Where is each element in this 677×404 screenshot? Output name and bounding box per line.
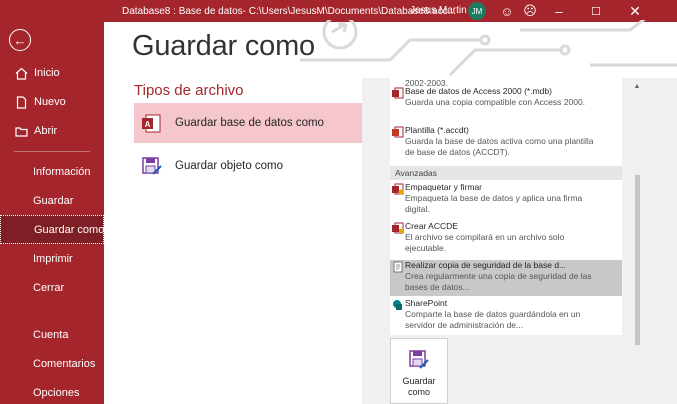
decorative-circuit-pattern <box>300 20 677 77</box>
nav-label: Cerrar <box>33 282 65 294</box>
nav-label: Abrir <box>34 125 58 137</box>
access-2000-icon <box>392 87 404 99</box>
option-title: Realizar copia de seguridad de la base d… <box>405 260 567 270</box>
option-description: Comparte la base de datos guardándola en… <box>405 309 581 330</box>
scroll-up-icon[interactable]: ▲ <box>632 83 642 91</box>
window-title: Database8 : Base de datos- C:\Users\Jesu… <box>122 5 457 17</box>
nav-guardar[interactable]: Guardar <box>0 187 104 215</box>
option-backup[interactable]: Realizar copia de seguridad de la base d… <box>390 260 622 296</box>
option-description: Empaqueta la base de datos y aplica una … <box>405 193 583 214</box>
option-title: Empaquetar y firmar <box>405 182 482 192</box>
nav-comentarios[interactable]: Comentarios <box>0 350 104 378</box>
back-button[interactable]: ← <box>9 29 31 51</box>
frown-feedback-icon[interactable]: ☹ <box>521 2 539 20</box>
sharepoint-icon <box>392 299 404 311</box>
file-type-save-database-as[interactable]: A Guardar base de datos como <box>134 103 364 143</box>
nav-label: Guardar como <box>34 223 105 236</box>
option-title: Crear ACCDE <box>405 221 458 231</box>
backup-icon <box>392 261 404 273</box>
package-sign-icon <box>392 183 404 195</box>
option-description: El archivo se compilará en un archivo so… <box>405 232 565 253</box>
nav-cuenta[interactable]: Cuenta <box>0 321 104 349</box>
window-title-bar: Database8 : Base de datos- C:\Users\Jesu… <box>104 0 677 22</box>
save-options-list[interactable]: 2002-2003. Base de datos de Access 2000 … <box>390 78 622 335</box>
nav-label: Imprimir <box>33 253 73 265</box>
backstage-sidebar: ← Inicio Nuevo Abrir Información Guardar… <box>0 0 104 404</box>
save-options-panel: 2002-2003. Base de datos de Access 2000 … <box>362 78 677 404</box>
accde-icon <box>392 222 404 234</box>
nav-opciones[interactable]: Opciones <box>0 379 104 404</box>
nav-abrir[interactable]: Abrir <box>0 117 104 145</box>
option-title: Plantilla (*.accdt) <box>405 125 469 135</box>
nav-label: Nuevo <box>34 96 66 108</box>
new-document-icon <box>14 95 28 109</box>
option-template[interactable]: Plantilla (*.accdt) Guarda la base de da… <box>390 125 622 165</box>
template-icon <box>392 126 404 138</box>
nav-label: Opciones <box>33 387 80 399</box>
maximize-icon[interactable]: ☐ <box>587 2 605 20</box>
option-create-accde[interactable]: Crear ACCDE El archivo se compilará en u… <box>390 221 622 259</box>
nav-guardar-como[interactable]: Guardar como <box>0 215 104 244</box>
option-description: Guarda una copia compatible con Access 2… <box>405 97 586 107</box>
file-type-save-object-as[interactable]: Guardar objeto como <box>134 146 364 186</box>
file-type-label: Guardar objeto como <box>175 160 284 172</box>
nav-label: Inicio <box>34 67 60 79</box>
smile-feedback-icon[interactable]: ☺ <box>498 2 516 20</box>
nav-label: Información <box>33 166 91 178</box>
save-as-button-label: Guardar como <box>402 376 436 397</box>
open-folder-icon <box>14 124 28 138</box>
option-description: Crea regularmente una copia de seguridad… <box>405 271 592 292</box>
nav-cerrar[interactable]: Cerrar <box>0 274 104 302</box>
user-name[interactable]: Jesus Martin <box>410 5 467 16</box>
option-title: Base de datos de Access 2000 (*.mdb) <box>405 86 552 96</box>
options-scrollbar[interactable]: ▲ <box>630 78 644 404</box>
section-heading-advanced: Avanzadas <box>390 166 622 180</box>
option-description: Guarda la base de datos activa como una … <box>405 136 594 157</box>
save-as-button[interactable]: Guardar como <box>390 338 448 404</box>
minimize-icon[interactable]: – <box>550 2 568 20</box>
save-as-icon <box>409 350 429 369</box>
nav-informacion[interactable]: Información <box>0 158 104 186</box>
scroll-thumb[interactable] <box>635 175 640 345</box>
nav-label: Guardar <box>33 195 74 207</box>
save-object-icon <box>141 155 163 177</box>
option-sharepoint[interactable]: SharePoint Comparte la base de datos gua… <box>390 298 622 334</box>
nav-label: Cuenta <box>33 329 69 341</box>
option-title: SharePoint <box>405 298 448 308</box>
sidebar-divider <box>14 151 90 152</box>
user-avatar[interactable]: JM <box>468 2 486 20</box>
file-type-label: Guardar base de datos como <box>175 117 324 129</box>
nav-label: Comentarios <box>33 358 96 370</box>
home-icon <box>14 66 28 80</box>
access-database-icon: A <box>141 112 163 134</box>
svg-text:A: A <box>145 120 151 129</box>
nav-imprimir[interactable]: Imprimir <box>0 245 104 273</box>
close-icon[interactable]: ✕ <box>626 2 644 20</box>
option-access-2000[interactable]: Base de datos de Access 2000 (*.mdb) Gua… <box>390 86 622 124</box>
page-title: Guardar como <box>132 30 315 62</box>
nav-inicio[interactable]: Inicio <box>0 59 104 87</box>
back-arrow-icon: ← <box>13 32 27 48</box>
nav-nuevo[interactable]: Nuevo <box>0 88 104 116</box>
file-types-heading: Tipos de archivo <box>134 82 244 99</box>
file-types-panel: Tipos de archivo A Guardar base de datos… <box>104 78 364 404</box>
option-package-sign[interactable]: Empaquetar y firmar Empaqueta la base de… <box>390 182 622 220</box>
